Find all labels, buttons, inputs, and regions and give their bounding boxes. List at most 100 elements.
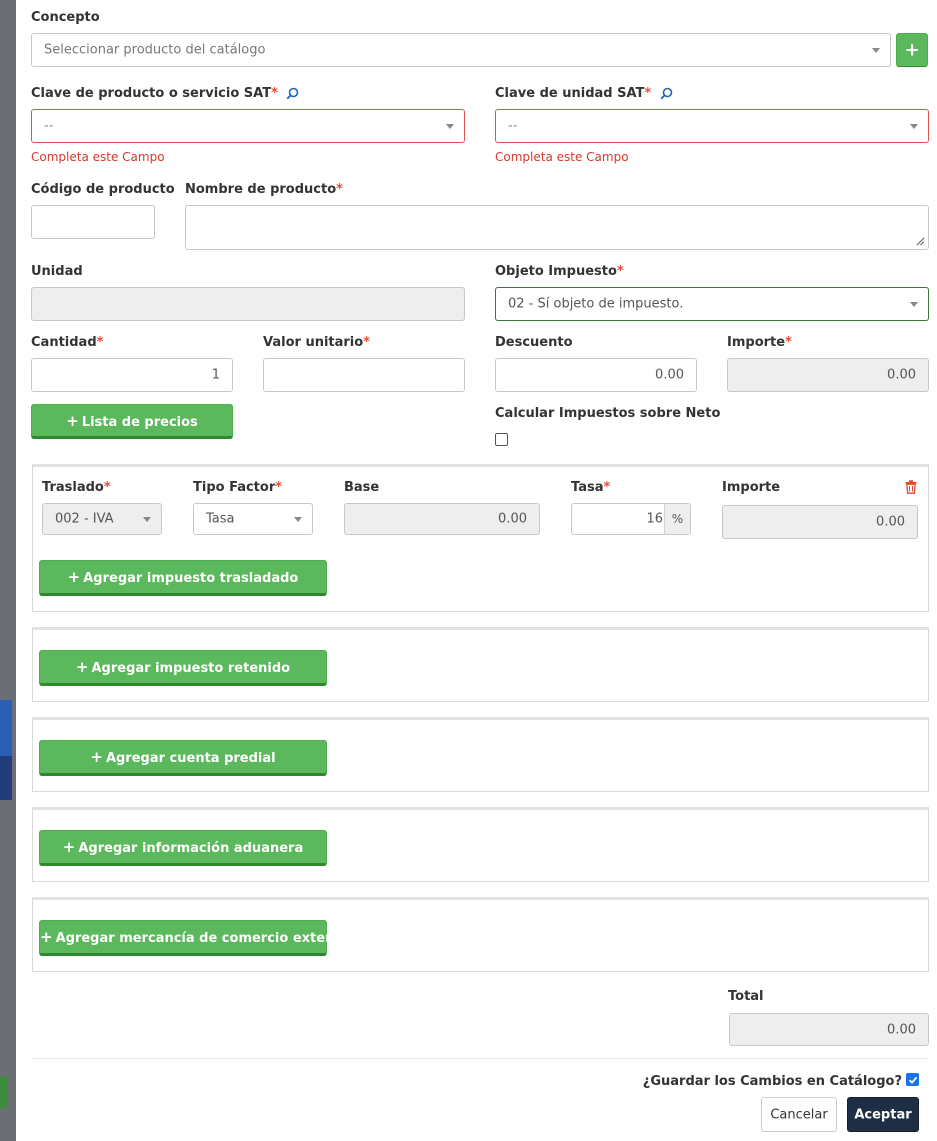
comercio-panel: + Agregar mercancía de comercio exterior: [32, 897, 929, 972]
calcular-neto-label: Calcular Impuestos sobre Neto: [495, 406, 721, 421]
required-mark: *: [275, 480, 283, 495]
tasa-header-text: Tasa: [571, 480, 604, 495]
concepto-placeholder: Seleccionar producto del catálogo: [44, 42, 266, 58]
cancel-button[interactable]: Cancelar: [761, 1097, 837, 1132]
add-traslado-button[interactable]: + Agregar impuesto trasladado: [39, 560, 327, 596]
required-mark: *: [103, 480, 111, 495]
add-concept-button[interactable]: +: [896, 33, 928, 67]
aduanera-panel: + Agregar información aduanera: [32, 807, 929, 882]
chevron-down-icon: [294, 517, 302, 522]
resize-handle-icon[interactable]: [916, 237, 925, 246]
unidad-label: Unidad: [31, 264, 83, 279]
cantidad-input[interactable]: 1: [31, 358, 233, 392]
add-retenido-label: Agregar impuesto retenido: [91, 661, 291, 676]
importe-header: Importe: [722, 480, 781, 495]
chevron-down-icon: [910, 124, 918, 129]
required-mark: *: [271, 86, 278, 101]
clave-producto-value: --: [44, 118, 54, 134]
tipo-factor-value: Tasa: [206, 511, 235, 527]
objeto-impuesto-select[interactable]: 02 - Sí objeto de impuesto.: [495, 287, 929, 321]
search-icon[interactable]: [660, 87, 673, 100]
concept-modal: Concepto Seleccionar producto del catálo…: [16, 0, 937, 1141]
retenido-panel: + Agregar impuesto retenido: [32, 627, 929, 702]
clave-unidad-label-text: Clave de unidad SAT: [495, 86, 645, 101]
predial-panel: + Agregar cuenta predial: [32, 717, 929, 792]
plus-icon: +: [66, 411, 79, 430]
background-blue-strip: [0, 700, 12, 756]
concepto-label: Concepto: [31, 10, 100, 25]
chevron-down-icon: [446, 124, 454, 129]
traslado-header: Traslado*: [42, 480, 111, 495]
guardar-catalogo-checkbox[interactable]: [906, 1073, 919, 1086]
nombre-producto-label: Nombre de producto*: [185, 182, 343, 197]
clave-unidad-select[interactable]: --: [495, 109, 929, 143]
valor-unitario-input[interactable]: [263, 358, 465, 392]
descuento-label: Descuento: [495, 335, 573, 350]
clave-unidad-label: Clave de unidad SAT*: [495, 86, 673, 101]
plus-icon: +: [40, 928, 53, 946]
required-mark: *: [785, 335, 792, 350]
required-mark: *: [96, 335, 104, 350]
add-predial-label: Agregar cuenta predial: [105, 751, 276, 766]
objeto-impuesto-value: 02 - Sí objeto de impuesto.: [508, 296, 684, 312]
importe-value: 0.00: [887, 367, 916, 383]
accept-label: Aceptar: [854, 1107, 912, 1122]
required-mark: *: [336, 182, 343, 197]
accept-button[interactable]: Aceptar: [847, 1097, 919, 1132]
chevron-down-icon: [910, 302, 918, 307]
nombre-producto-textarea[interactable]: [185, 205, 929, 250]
percent-addon: %: [664, 504, 690, 534]
tasa-value: 16: [646, 511, 663, 527]
total-label: Total: [728, 989, 764, 1004]
add-aduanera-label: Agregar información aduanera: [78, 841, 304, 856]
chevron-down-icon: [143, 517, 151, 522]
traslado-value: 002 - IVA: [55, 511, 114, 527]
importe-label: Importe*: [727, 335, 792, 350]
guardar-catalogo-label: ¿Guardar los Cambios en Catálogo?: [642, 1074, 902, 1089]
clave-unidad-value: --: [508, 118, 518, 134]
concepto-select[interactable]: Seleccionar producto del catálogo: [31, 33, 891, 67]
cantidad-label: Cantidad*: [31, 335, 103, 350]
plus-icon: +: [90, 748, 103, 766]
tipo-factor-header-text: Tipo Factor: [193, 480, 276, 495]
search-icon[interactable]: [286, 87, 299, 100]
required-mark: *: [363, 335, 371, 350]
tipo-factor-select[interactable]: Tasa: [193, 503, 313, 535]
valor-unitario-label-text: Valor unitario: [263, 335, 364, 350]
cantidad-label-text: Cantidad: [31, 335, 97, 350]
add-predial-button[interactable]: + Agregar cuenta predial: [39, 740, 327, 776]
calcular-neto-checkbox[interactable]: [495, 433, 508, 446]
lista-precios-label: Lista de precios: [81, 414, 198, 430]
clave-producto-select[interactable]: --: [31, 109, 465, 143]
add-retenido-button[interactable]: + Agregar impuesto retenido: [39, 650, 327, 686]
tasa-header: Tasa*: [571, 480, 610, 495]
descuento-input[interactable]: 0.00: [495, 358, 697, 392]
importe-label-text: Importe: [727, 335, 786, 350]
nombre-producto-label-text: Nombre de producto: [185, 182, 337, 197]
plus-icon: +: [62, 838, 76, 856]
add-comercio-button[interactable]: + Agregar mercancía de comercio exterior: [39, 920, 351, 956]
footer-divider: [31, 1058, 929, 1059]
trash-icon[interactable]: [905, 480, 917, 494]
background-navy-strip: [0, 756, 12, 800]
chevron-down-icon: [872, 48, 880, 53]
base-input: 0.00: [344, 503, 540, 535]
objeto-impuesto-label-text: Objeto Impuesto: [495, 264, 617, 279]
background-green-strip: [0, 1076, 8, 1108]
codigo-producto-input[interactable]: [31, 205, 155, 239]
traslado-importe-value: 0.00: [876, 514, 905, 530]
plus-icon: +: [67, 568, 81, 586]
unidad-input: [31, 287, 465, 321]
valor-unitario-label: Valor unitario*: [263, 335, 370, 350]
total-input: 0.00: [729, 1013, 929, 1046]
traslado-select: 002 - IVA: [42, 503, 162, 535]
required-mark: *: [603, 480, 611, 495]
clave-producto-label-text: Clave de producto o servicio SAT: [31, 86, 272, 101]
base-value: 0.00: [498, 511, 527, 527]
traslado-importe-input: 0.00: [722, 505, 918, 539]
lista-precios-button[interactable]: + Lista de precios: [31, 404, 233, 439]
tasa-input[interactable]: 16 %: [571, 503, 691, 535]
clave-producto-label: Clave de producto o servicio SAT*: [31, 86, 299, 101]
plus-icon: +: [904, 39, 920, 61]
add-aduanera-button[interactable]: + Agregar información aduanera: [39, 830, 327, 866]
